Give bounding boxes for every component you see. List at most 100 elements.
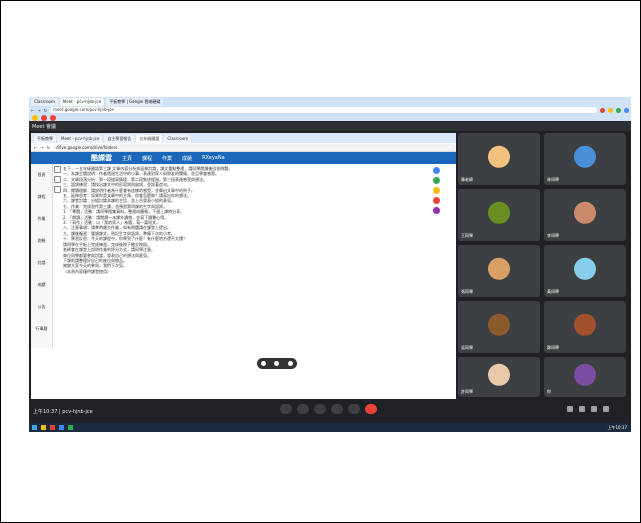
inner-tab-strip: 平板教學 Meet - pcv-hjnb-jce 自主學習報告 五年級國語 Cl…	[31, 133, 456, 143]
avatar	[574, 257, 596, 280]
taskbar-app-icon[interactable]	[59, 425, 64, 430]
extension-icon[interactable]	[600, 107, 605, 113]
participant-tile[interactable]: 黃同學	[544, 245, 626, 297]
avatar	[488, 201, 510, 224]
back-icon: ←	[34, 144, 38, 150]
taskbar-clock: 上午10:37	[607, 424, 627, 430]
participant-tile[interactable]: 吳同學	[458, 301, 540, 353]
app-menu-item: 作業	[162, 155, 173, 162]
bookmark-icon[interactable]	[50, 114, 56, 121]
taskbar-app-icon[interactable]	[68, 425, 73, 430]
inner-tab-active: 五年級國語	[136, 135, 163, 143]
outer-tab[interactable]: 平板教學 | Google 雲端硬碟	[106, 98, 164, 106]
tool-icon	[433, 177, 440, 184]
participant-name: 鄭同學	[547, 345, 559, 350]
reload-icon: ↻	[46, 144, 51, 150]
screenshot: Classroom Meet - pcv-hjnb-jce 平板教學 | Goo…	[29, 97, 631, 432]
page-frame: Classroom Meet - pcv-hjnb-jce 平板教學 | Goo…	[0, 0, 641, 523]
reload-icon[interactable]: ↻	[44, 108, 47, 113]
minus-icon	[287, 361, 293, 366]
participant-tile[interactable]: 鄭同學	[544, 301, 626, 353]
bookmarks-bar	[29, 114, 631, 121]
participant-name: 王同學	[461, 233, 473, 238]
inner-tab: Classroom	[164, 135, 192, 143]
avatar	[488, 363, 510, 386]
meet-header-bar	[29, 121, 631, 131]
taskbar-app-icon[interactable]	[41, 425, 46, 430]
activities-icon[interactable]	[603, 406, 609, 412]
avatar	[574, 313, 596, 336]
more-options-button[interactable]	[348, 404, 360, 414]
sidebar-item: 討論	[37, 260, 46, 265]
outer-address-bar: ← → ↻ meet.google.com/pcv-hjnb-jce	[31, 106, 629, 114]
info-icon[interactable]	[567, 406, 573, 412]
outer-tab[interactable]: Classroom	[31, 98, 58, 106]
bookmark-icon[interactable]	[41, 114, 47, 121]
avatar	[574, 201, 596, 224]
participant-tile[interactable]: 陳老師	[458, 133, 540, 185]
outer-tab-active[interactable]: Meet - pcv-hjnb-jce	[59, 98, 105, 106]
tool-icon	[433, 207, 440, 214]
shared-screen: 平板教學 Meet - pcv-hjnb-jce 自主學習報告 五年級國語 Cl…	[31, 133, 456, 399]
participant-tile[interactable]: 林同學	[544, 133, 626, 185]
volume-icon	[274, 361, 280, 366]
participant-tile[interactable]: 李同學	[544, 189, 626, 241]
page-icon	[54, 176, 61, 183]
avatar	[574, 145, 596, 168]
outer-url-input[interactable]: meet.google.com/pcv-hjnb-jce	[50, 107, 597, 113]
outer-extension-icons	[600, 107, 629, 113]
leave-call-button[interactable]	[365, 404, 377, 414]
taskbar-app-icon[interactable]	[50, 425, 55, 430]
chat-icon[interactable]	[591, 406, 597, 412]
meet-controls	[280, 404, 377, 414]
present-button[interactable]	[331, 404, 343, 414]
right-tools	[433, 167, 441, 214]
inner-tab: 自主學習報告	[104, 135, 135, 143]
outer-browser-chrome: Classroom Meet - pcv-hjnb-jce 平板教學 | Goo…	[29, 97, 631, 121]
sidebar-item: 作業	[37, 216, 46, 221]
extension-icon[interactable]	[616, 107, 621, 113]
participant-tile[interactable]: 張同學	[458, 245, 540, 297]
inner-url: drive.google.com/drive/folders	[53, 143, 456, 151]
participant-tile[interactable]: 你	[544, 357, 626, 397]
participant-name: 吳同學	[461, 345, 473, 350]
profile-icon[interactable]	[624, 107, 629, 113]
windows-start-icon[interactable]	[32, 425, 37, 430]
participant-tile[interactable]: 許同學	[458, 357, 540, 397]
participant-name: 陳老師	[461, 177, 473, 182]
participant-tile[interactable]: 王同學	[458, 189, 540, 241]
people-icon[interactable]	[579, 406, 585, 412]
extension-icon[interactable]	[608, 107, 613, 113]
page-icon	[54, 166, 61, 173]
page-icon	[54, 186, 61, 193]
sidebar-item: 公告	[37, 304, 46, 309]
participant-name: 李同學	[547, 233, 559, 238]
tool-icon	[433, 197, 440, 204]
forward-icon[interactable]: →	[37, 108, 40, 113]
sidebar-item: 課程	[37, 194, 46, 199]
pointer-controls	[257, 358, 297, 369]
doc-tool-icons	[54, 166, 61, 193]
participant-name: 張同學	[461, 289, 473, 294]
app-menu-item: RXeyaNa	[202, 155, 225, 161]
doc-line: （本頁內容僅供課堂使用）	[63, 268, 111, 274]
windows-taskbar: 上午10:37	[29, 423, 631, 432]
meeting-time-code: 上午10:37 | pcv-hjnb-jce	[33, 409, 93, 415]
outer-tab-strip: Classroom Meet - pcv-hjnb-jce 平板教學 | Goo…	[29, 97, 631, 106]
mic-button[interactable]	[280, 404, 292, 414]
participant-name: 你	[547, 389, 551, 394]
camera-button[interactable]	[297, 404, 309, 414]
app-menu-item: 課程	[142, 155, 153, 162]
bookmark-icon[interactable]	[32, 114, 38, 121]
forward-icon: →	[40, 144, 44, 150]
participant-name: 許同學	[461, 389, 473, 394]
app-menu-item: 成績	[182, 155, 193, 162]
inner-tab: Meet - pcv-hjnb-jce	[58, 135, 103, 143]
avatar	[488, 145, 510, 168]
app-logo: 酷課雲	[91, 154, 112, 162]
meet-side-actions	[567, 406, 609, 412]
back-icon[interactable]: ←	[31, 108, 34, 113]
sidebar-item: 首頁	[37, 172, 46, 177]
app-sidebar: 首頁 課程 作業 測驗 討論 成績 公告 行事曆	[31, 164, 53, 348]
raise-hand-button[interactable]	[314, 404, 326, 414]
